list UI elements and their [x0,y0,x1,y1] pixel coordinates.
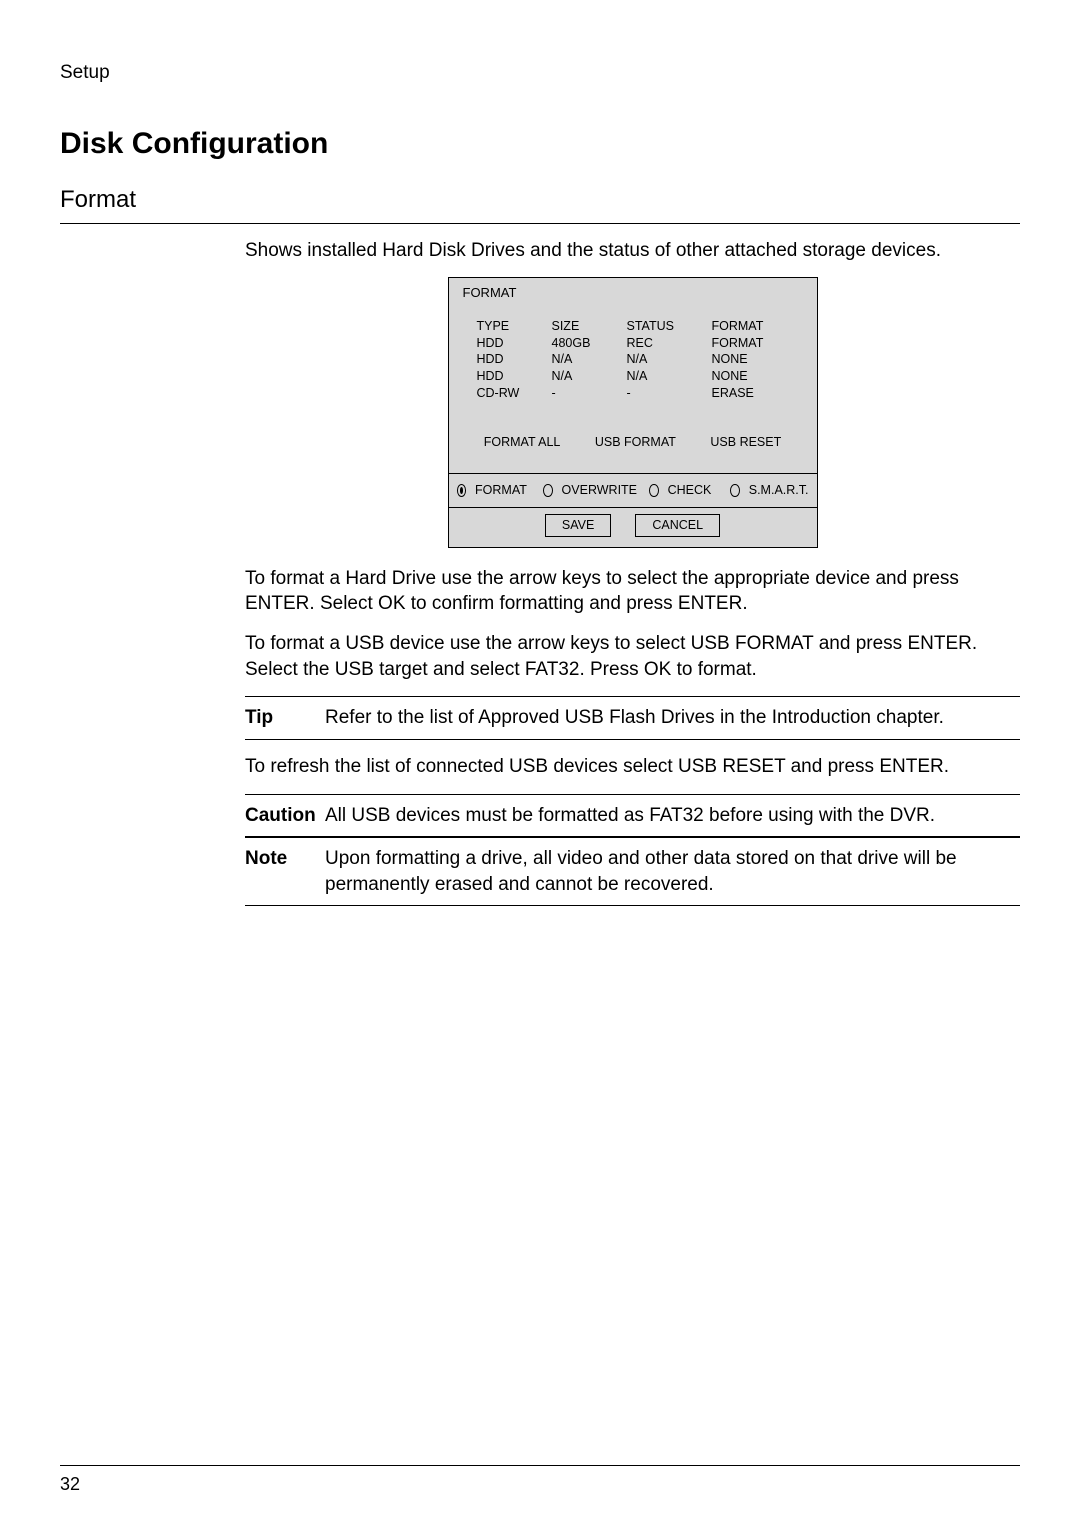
caution-block: Caution All USB devices must be formatte… [245,794,1020,838]
page-title-h1: Disk Configuration [60,124,1020,165]
save-button[interactable]: SAVE [545,514,611,537]
page-number: 32 [60,1474,80,1494]
usb-format-button[interactable]: USB FORMAT [595,434,676,451]
note-label: Note [245,846,325,897]
td-size: N/A [552,351,627,368]
page-footer: 32 [60,1465,1020,1496]
tab-smart[interactable]: S.M.A.R.T. [749,482,809,499]
table-row: HDD 480GB REC FORMAT [477,335,803,352]
radio-check-icon[interactable] [649,484,659,497]
note-block: Note Upon formatting a drive, all video … [245,838,1020,906]
td-type: HDD [477,351,552,368]
radio-overwrite-icon[interactable] [543,484,553,497]
cancel-button[interactable]: CANCEL [635,514,720,537]
radio-format-icon[interactable] [457,484,467,497]
figure-save-row: SAVE CANCEL [449,507,817,547]
table-row: HDD N/A N/A NONE [477,368,803,385]
intro-paragraph: Shows installed Hard Disk Drives and the… [245,238,1020,264]
table-row: CD-RW - - ERASE [477,385,803,402]
paragraph-format-hdd: To format a Hard Drive use the arrow key… [245,566,1020,617]
td-status: REC [627,335,712,352]
radio-smart-icon[interactable] [730,484,740,497]
figure-tabs: FORMAT OVERWRITE CHECK S.M.A.R.T. [449,473,817,507]
th-type: TYPE [477,318,552,335]
td-status: - [627,385,712,402]
format-figure: FORMAT TYPE SIZE STATUS FORMAT HDD 480GB… [448,277,818,548]
tab-format[interactable]: FORMAT [475,482,527,499]
th-format: FORMAT [712,318,797,335]
usb-reset-button[interactable]: USB RESET [710,434,781,451]
td-status: N/A [627,351,712,368]
tab-check[interactable]: CHECK [668,482,712,499]
tip-text: Refer to the list of Approved USB Flash … [325,705,1020,731]
page-header: Setup [60,60,1020,86]
td-format: NONE [712,351,797,368]
td-type: HDD [477,335,552,352]
figure-table: TYPE SIZE STATUS FORMAT HDD 480GB REC FO… [449,304,817,412]
td-size: N/A [552,368,627,385]
td-status: N/A [627,368,712,385]
th-size: SIZE [552,318,627,335]
td-format: NONE [712,368,797,385]
paragraph-usb-reset: To refresh the list of connected USB dev… [245,754,1020,780]
th-status: STATUS [627,318,712,335]
table-header-row: TYPE SIZE STATUS FORMAT [477,318,803,335]
note-text: Upon formatting a drive, all video and o… [325,846,1020,897]
tip-label: Tip [245,705,325,731]
td-size: 480GB [552,335,627,352]
tab-overwrite[interactable]: OVERWRITE [562,482,637,499]
table-row: HDD N/A N/A NONE [477,351,803,368]
section-title-format: Format [60,184,1020,216]
format-all-button[interactable]: FORMAT ALL [484,434,561,451]
figure-button-row: FORMAT ALL USB FORMAT USB RESET [449,412,817,473]
td-type: HDD [477,368,552,385]
td-size: - [552,385,627,402]
paragraph-format-usb: To format a USB device use the arrow key… [245,631,1020,682]
figure-title: FORMAT [449,278,817,304]
td-format: ERASE [712,385,797,402]
td-type: CD-RW [477,385,552,402]
td-format: FORMAT [712,335,797,352]
tip-block: Tip Refer to the list of Approved USB Fl… [245,696,1020,740]
caution-label: Caution [245,803,325,829]
section-rule [60,223,1020,224]
caution-text: All USB devices must be formatted as FAT… [325,803,1020,829]
